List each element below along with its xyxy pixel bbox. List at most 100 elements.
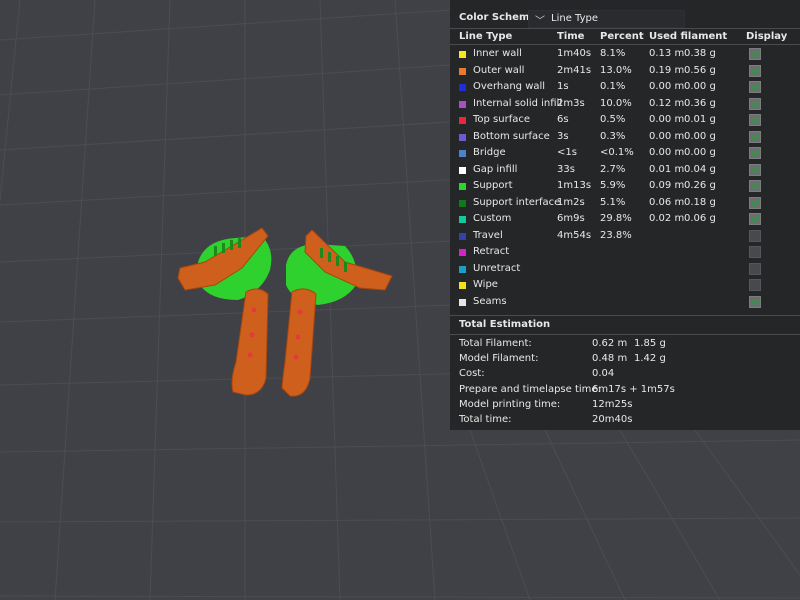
color-swatch — [459, 249, 466, 256]
filament-length: 0.00 m — [649, 130, 685, 142]
time-value: 2m41s — [557, 64, 592, 76]
percent-value: 0.5% — [600, 114, 626, 125]
display-checkbox[interactable] — [749, 97, 761, 110]
color-scheme-label: Color Scheme — [459, 12, 537, 23]
time-value: 3s — [557, 130, 569, 142]
display-checkbox[interactable] — [749, 147, 761, 159]
display-checkbox[interactable] — [749, 163, 761, 176]
line-type-name: Bridge — [473, 147, 506, 158]
filament-weight: 0.00 g — [684, 130, 716, 142]
time-value: 33s — [557, 163, 575, 175]
estimation-value-secondary: 1.85 g — [634, 338, 666, 349]
chevron-down-icon: ﹀ — [535, 16, 545, 27]
time-value: 1m13s — [557, 180, 592, 191]
line-type-name: Support interface — [473, 196, 561, 208]
display-checkbox[interactable] — [749, 246, 761, 258]
estimation-row: Total Filament: 0.62 m 1.85 g — [450, 338, 800, 353]
line-type-row: Support 1m13s 5.9% 0.09 m 0.26 g — [450, 179, 800, 195]
col-header-time: Time — [557, 31, 585, 42]
line-type-row: Overhang wall 1s 0.1% 0.00 m 0.00 g — [450, 80, 800, 96]
divider — [450, 334, 800, 335]
color-swatch — [459, 298, 466, 306]
percent-value: 5.9% — [600, 180, 626, 191]
color-swatch — [459, 216, 466, 223]
color-swatch — [459, 117, 466, 124]
line-type-row: Travel 4m54s 23.8% — [450, 229, 800, 245]
filament-weight: 0.04 g — [684, 163, 716, 175]
line-type-name: Travel — [473, 229, 503, 241]
filament-length: 0.12 m — [649, 97, 685, 109]
line-type-row: Retract — [450, 245, 800, 261]
color-swatch — [459, 133, 466, 141]
divider — [450, 28, 800, 29]
display-checkbox[interactable] — [749, 295, 761, 308]
line-type-name: Inner wall — [473, 48, 522, 59]
line-type-row: Seams — [450, 295, 800, 311]
filament-length: 0.09 m — [649, 180, 685, 191]
filament-length: 0.01 m — [649, 163, 685, 175]
filament-length: 0.00 m — [649, 147, 685, 158]
line-type-name: Bottom surface — [473, 130, 550, 142]
estimation-row: Total time: 20m40s — [450, 414, 800, 429]
percent-value: 10.0% — [600, 97, 632, 109]
color-swatch — [459, 100, 466, 108]
display-checkbox[interactable] — [749, 213, 761, 225]
display-checkbox[interactable] — [749, 279, 761, 291]
filament-length: 0.02 m — [649, 213, 685, 224]
filament-weight: 0.01 g — [684, 114, 716, 125]
percent-value: 29.8% — [600, 213, 632, 224]
color-swatch — [459, 67, 466, 75]
line-type-name: Retract — [473, 246, 510, 257]
filament-weight: 0.00 g — [684, 147, 716, 158]
line-type-name: Overhang wall — [473, 81, 546, 92]
time-value: <1s — [557, 147, 577, 158]
display-checkbox[interactable] — [749, 130, 761, 143]
filament-length: 0.00 m — [649, 114, 685, 125]
estimation-value: 0.48 m — [592, 353, 628, 365]
display-checkbox[interactable] — [749, 262, 761, 275]
display-checkbox[interactable] — [749, 114, 761, 126]
display-checkbox[interactable] — [749, 229, 761, 242]
legend-panel: Color Scheme Line Type Time Percent Used… — [450, 0, 800, 430]
filament-length: 0.13 m — [649, 48, 685, 59]
filament-weight: 0.56 g — [684, 64, 716, 76]
filament-weight: 0.38 g — [684, 48, 716, 59]
line-type-row: Bottom surface 3s 0.3% 0.00 m 0.00 g — [450, 130, 800, 146]
estimation-row: Model Filament: 0.48 m 1.42 g — [450, 353, 800, 368]
line-type-row: Bridge <1s <0.1% 0.00 m 0.00 g — [450, 146, 800, 162]
time-value: 1m40s — [557, 48, 592, 59]
line-type-row: Unretract — [450, 262, 800, 278]
color-swatch — [459, 51, 466, 58]
time-value: 4m54s — [557, 229, 592, 241]
display-checkbox[interactable] — [749, 180, 761, 192]
filament-length: 0.06 m — [649, 196, 685, 208]
filament-weight: 0.18 g — [684, 196, 716, 208]
percent-value: 13.0% — [600, 64, 632, 76]
percent-value: <0.1% — [600, 147, 634, 158]
percent-value: 23.8% — [600, 229, 632, 241]
estimation-label: Prepare and timelapse time: — [459, 383, 601, 395]
time-value: 1s — [557, 81, 569, 92]
line-type-row: Outer wall 2m41s 13.0% 0.19 m 0.56 g — [450, 64, 800, 80]
filament-weight: 0.00 g — [684, 81, 716, 92]
total-estimation-title: Total Estimation — [459, 319, 551, 330]
color-scheme-dropdown[interactable]: ﹀ Line Type — [528, 10, 685, 28]
filament-length: 0.00 m — [649, 81, 685, 92]
display-checkbox[interactable] — [749, 64, 761, 77]
filament-length: 0.19 m — [649, 64, 685, 76]
estimation-label: Model printing time: — [459, 398, 561, 410]
display-checkbox[interactable] — [749, 48, 761, 60]
line-type-name: Internal solid infill — [473, 97, 563, 109]
display-checkbox[interactable] — [749, 81, 761, 93]
estimation-row: Model printing time: 12m25s — [450, 399, 800, 414]
line-type-name: Top surface — [473, 114, 531, 125]
col-header-percent: Percent — [600, 31, 644, 42]
line-type-name: Custom — [473, 213, 512, 224]
color-swatch — [459, 199, 466, 207]
estimation-label: Total Filament: — [459, 338, 532, 349]
display-checkbox[interactable] — [749, 196, 761, 209]
line-type-row: Wipe — [450, 278, 800, 294]
col-header-used-filament: Used filament — [649, 31, 728, 42]
time-value: 1m2s — [557, 196, 585, 208]
percent-value: 2.7% — [600, 163, 626, 175]
